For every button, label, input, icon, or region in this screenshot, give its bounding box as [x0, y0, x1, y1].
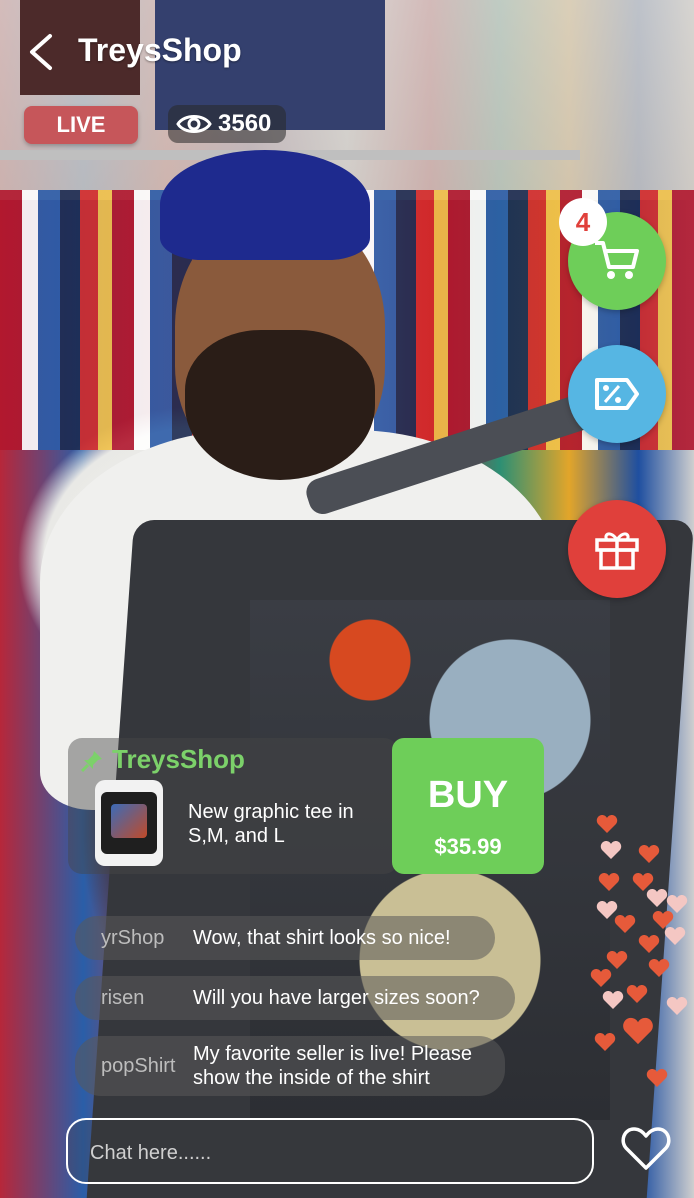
pin-icon — [80, 751, 102, 773]
heart-icon — [598, 873, 620, 891]
cart-count-badge: 4 — [559, 198, 607, 246]
chat-username: risen — [101, 986, 145, 1009]
back-button[interactable] — [22, 30, 62, 74]
coupon-button[interactable] — [568, 345, 666, 443]
product-description: New graphic tee in S,M, and L — [188, 801, 354, 847]
heart-icon — [590, 969, 612, 987]
heart-icon — [606, 951, 628, 969]
chat-username: popShirt — [101, 1054, 176, 1077]
heart-icon — [638, 845, 660, 863]
product-thumbnail[interactable] — [95, 780, 163, 866]
heart-icon — [594, 1033, 616, 1051]
heart-icon — [638, 935, 660, 953]
shopping-cart-icon — [595, 241, 639, 279]
heart-icon — [626, 985, 648, 1003]
heart-icon — [664, 927, 686, 945]
heart-icon — [648, 959, 670, 977]
product-seller-name: TreysShop — [112, 744, 245, 774]
viewer-count: 3560 — [218, 110, 272, 137]
heart-icon — [623, 1017, 653, 1045]
live-badge: LIVE — [24, 106, 138, 144]
heart-icon — [596, 815, 618, 833]
chevron-left-icon — [30, 34, 52, 70]
heart-icon — [614, 915, 636, 933]
chat-input-box[interactable] — [66, 1118, 594, 1184]
video-person-cap — [160, 150, 370, 260]
product-price: $35.99 — [434, 834, 502, 859]
discount-tag-icon — [595, 378, 639, 410]
heart-icon — [646, 889, 668, 907]
heart-icon — [602, 991, 624, 1009]
gift-button[interactable] — [568, 500, 666, 598]
heart-icon — [666, 997, 688, 1015]
chat-message: popShirt My favorite seller is live! Ple… — [75, 1036, 505, 1096]
shop-name-title[interactable]: TreysShop — [78, 32, 242, 69]
chat-text: My favorite seller is live! Please show … — [193, 1043, 472, 1089]
chat-input[interactable] — [88, 1132, 562, 1174]
tee-image — [101, 792, 157, 854]
gift-icon — [595, 532, 639, 570]
video-person-beard — [185, 330, 375, 480]
floating-hearts — [586, 810, 694, 1110]
chat-message: risen Will you have larger sizes soon? — [75, 976, 515, 1020]
buy-button[interactable]: BUY $35.99 — [392, 738, 544, 874]
chat-username: yrShop — [101, 926, 165, 949]
viewer-count-badge: 3560 — [168, 105, 286, 143]
eye-icon — [176, 115, 212, 133]
heart-icon — [646, 1069, 668, 1087]
chat-text: Will you have larger sizes soon? — [193, 987, 480, 1009]
heart-outline-icon — [621, 1127, 671, 1170]
live-stream-screen: TreysShop LIVE 3560 4 TreysShop New grap… — [0, 0, 694, 1198]
chat-text: Wow, that shirt looks so nice! — [193, 927, 451, 949]
buy-label: BUY — [427, 774, 509, 816]
heart-icon — [600, 841, 622, 859]
like-button[interactable] — [620, 1124, 672, 1172]
chat-message: yrShop Wow, that shirt looks so nice! — [75, 916, 495, 960]
